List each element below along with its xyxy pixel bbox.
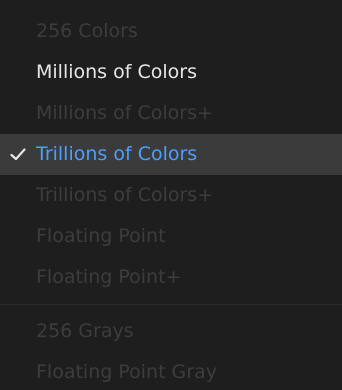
checkmark-icon	[8, 134, 28, 175]
menu-item-label: Trillions of Colors+	[36, 184, 214, 206]
menu-item-floating-point-gray: Floating Point Gray	[0, 352, 342, 390]
menu-item-millions-of-colors-plus: Millions of Colors+	[0, 93, 342, 134]
menu-item-millions-of-colors[interactable]: Millions of Colors	[0, 52, 342, 93]
menu-item-floating-point: Floating Point	[0, 216, 342, 257]
menu-item-label: Floating Point	[36, 225, 166, 247]
menu-item-label: 256 Grays	[36, 320, 134, 342]
color-depth-menu: 256 Colors Millions of Colors Millions o…	[0, 0, 342, 390]
menu-item-label: 256 Colors	[36, 20, 138, 42]
menu-item-label: Trillions of Colors	[36, 143, 198, 165]
menu-item-trillions-of-colors[interactable]: Trillions of Colors	[0, 134, 342, 175]
menu-item-label: Millions of Colors	[36, 61, 197, 83]
menu-separator	[0, 304, 342, 305]
menu-item-floating-point-plus: Floating Point+	[0, 257, 342, 298]
menu-item-256-colors: 256 Colors	[0, 11, 342, 52]
menu-item-256-grays: 256 Grays	[0, 311, 342, 352]
menu-item-label: Floating Point+	[36, 266, 182, 288]
menu-item-label: Floating Point Gray	[36, 361, 217, 383]
menu-item-trillions-of-colors-plus: Trillions of Colors+	[0, 175, 342, 216]
menu-item-label: Millions of Colors+	[36, 102, 213, 124]
